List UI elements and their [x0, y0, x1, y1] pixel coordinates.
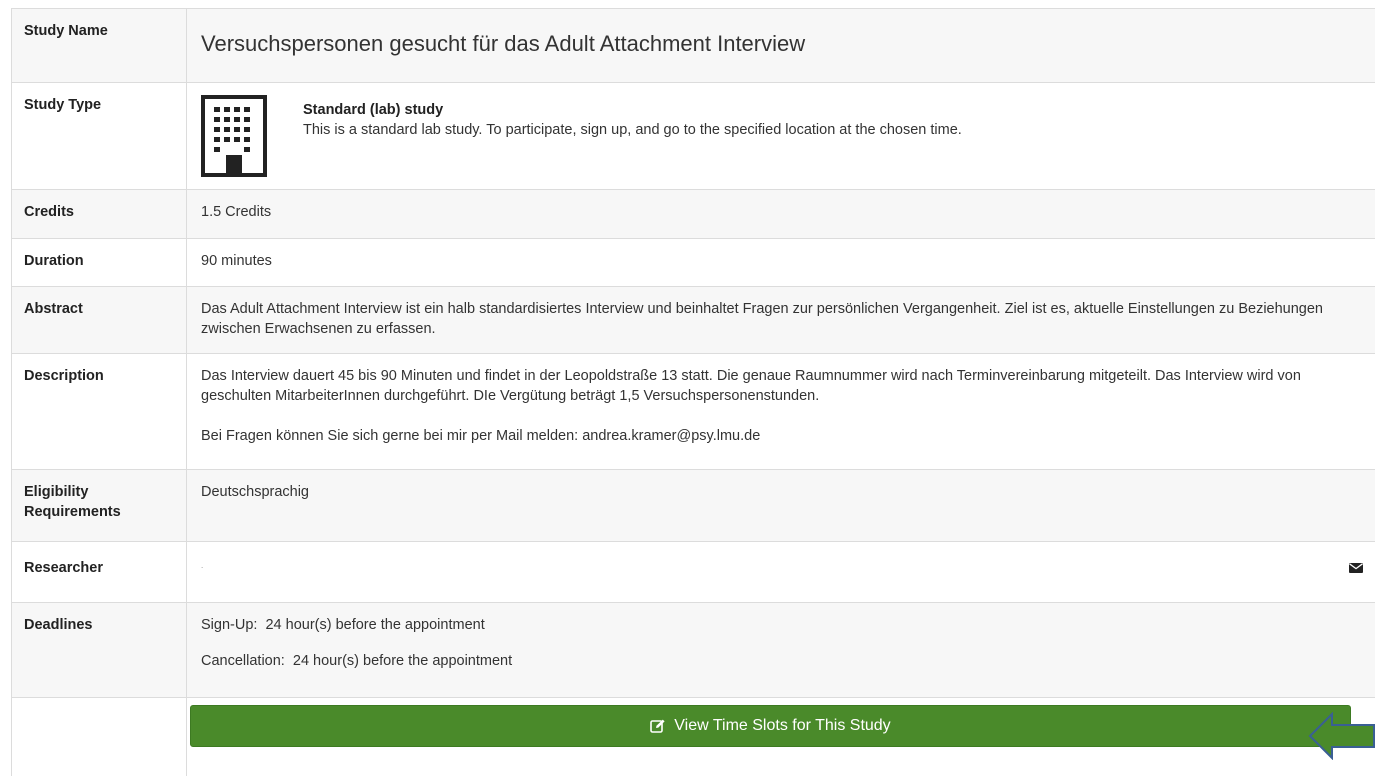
description-label: Description	[11, 354, 187, 469]
eligibility-value: Deutschsprachig	[187, 470, 1375, 541]
study-name-label: Study Name	[11, 9, 187, 82]
researcher-value: .	[187, 542, 1375, 602]
description-paragraph-2: Bei Fragen können Sie sich gerne bei mir…	[201, 428, 761, 444]
row-study-name: Study Name Versuchspersonen gesucht für …	[11, 8, 1375, 82]
credits-label: Credits	[11, 190, 187, 238]
study-type-title: Standard (lab) study	[303, 102, 444, 118]
signup-deadline: Sign-Up: 24 hour(s) before the appointme…	[201, 617, 485, 633]
row-duration: Duration 90 minutes	[11, 238, 1375, 286]
cancellation-deadline: Cancellation: 24 hour(s) before the appo…	[201, 653, 513, 669]
row-researcher: Researcher .	[11, 541, 1375, 602]
row-credits: Credits 1.5 Credits	[11, 189, 1375, 238]
duration-label: Duration	[11, 239, 187, 286]
study-name-value: Versuchspersonen gesucht für das Adult A…	[187, 9, 1375, 82]
envelope-icon[interactable]	[1349, 563, 1363, 573]
row-study-type: Study Type Standard (lab) study This is …	[11, 82, 1375, 189]
credits-value: 1.5 Credits	[187, 190, 1375, 238]
eligibility-label: Eligibility Requirements	[11, 470, 187, 541]
building-icon	[201, 95, 267, 177]
researcher-label: Researcher	[11, 542, 187, 602]
row-description: Description Das Interview dauert 45 bis …	[11, 353, 1375, 469]
row-eligibility: Eligibility Requirements Deutschsprachig	[11, 469, 1375, 541]
study-details-table: Study Name Versuchspersonen gesucht für …	[11, 8, 1375, 776]
deadlines-label: Deadlines	[11, 603, 187, 697]
study-type-label: Study Type	[11, 83, 187, 189]
study-type-description: This is a standard lab study. To partici…	[303, 122, 962, 138]
row-abstract: Abstract Das Adult Attachment Interview …	[11, 286, 1375, 353]
abstract-value: Das Adult Attachment Interview ist ein h…	[187, 287, 1375, 353]
left-arrow-icon	[1308, 712, 1375, 760]
edit-icon	[650, 719, 665, 733]
view-time-slots-label: View Time Slots for This Study	[674, 717, 891, 734]
description-paragraph-1: Das Interview dauert 45 bis 90 Minuten u…	[201, 368, 1301, 404]
abstract-label: Abstract	[11, 287, 187, 353]
view-time-slots-button[interactable]: View Time Slots for This Study	[190, 705, 1351, 747]
row-deadlines: Deadlines Sign-Up: 24 hour(s) before the…	[11, 602, 1375, 697]
duration-value: 90 minutes	[187, 239, 1375, 286]
